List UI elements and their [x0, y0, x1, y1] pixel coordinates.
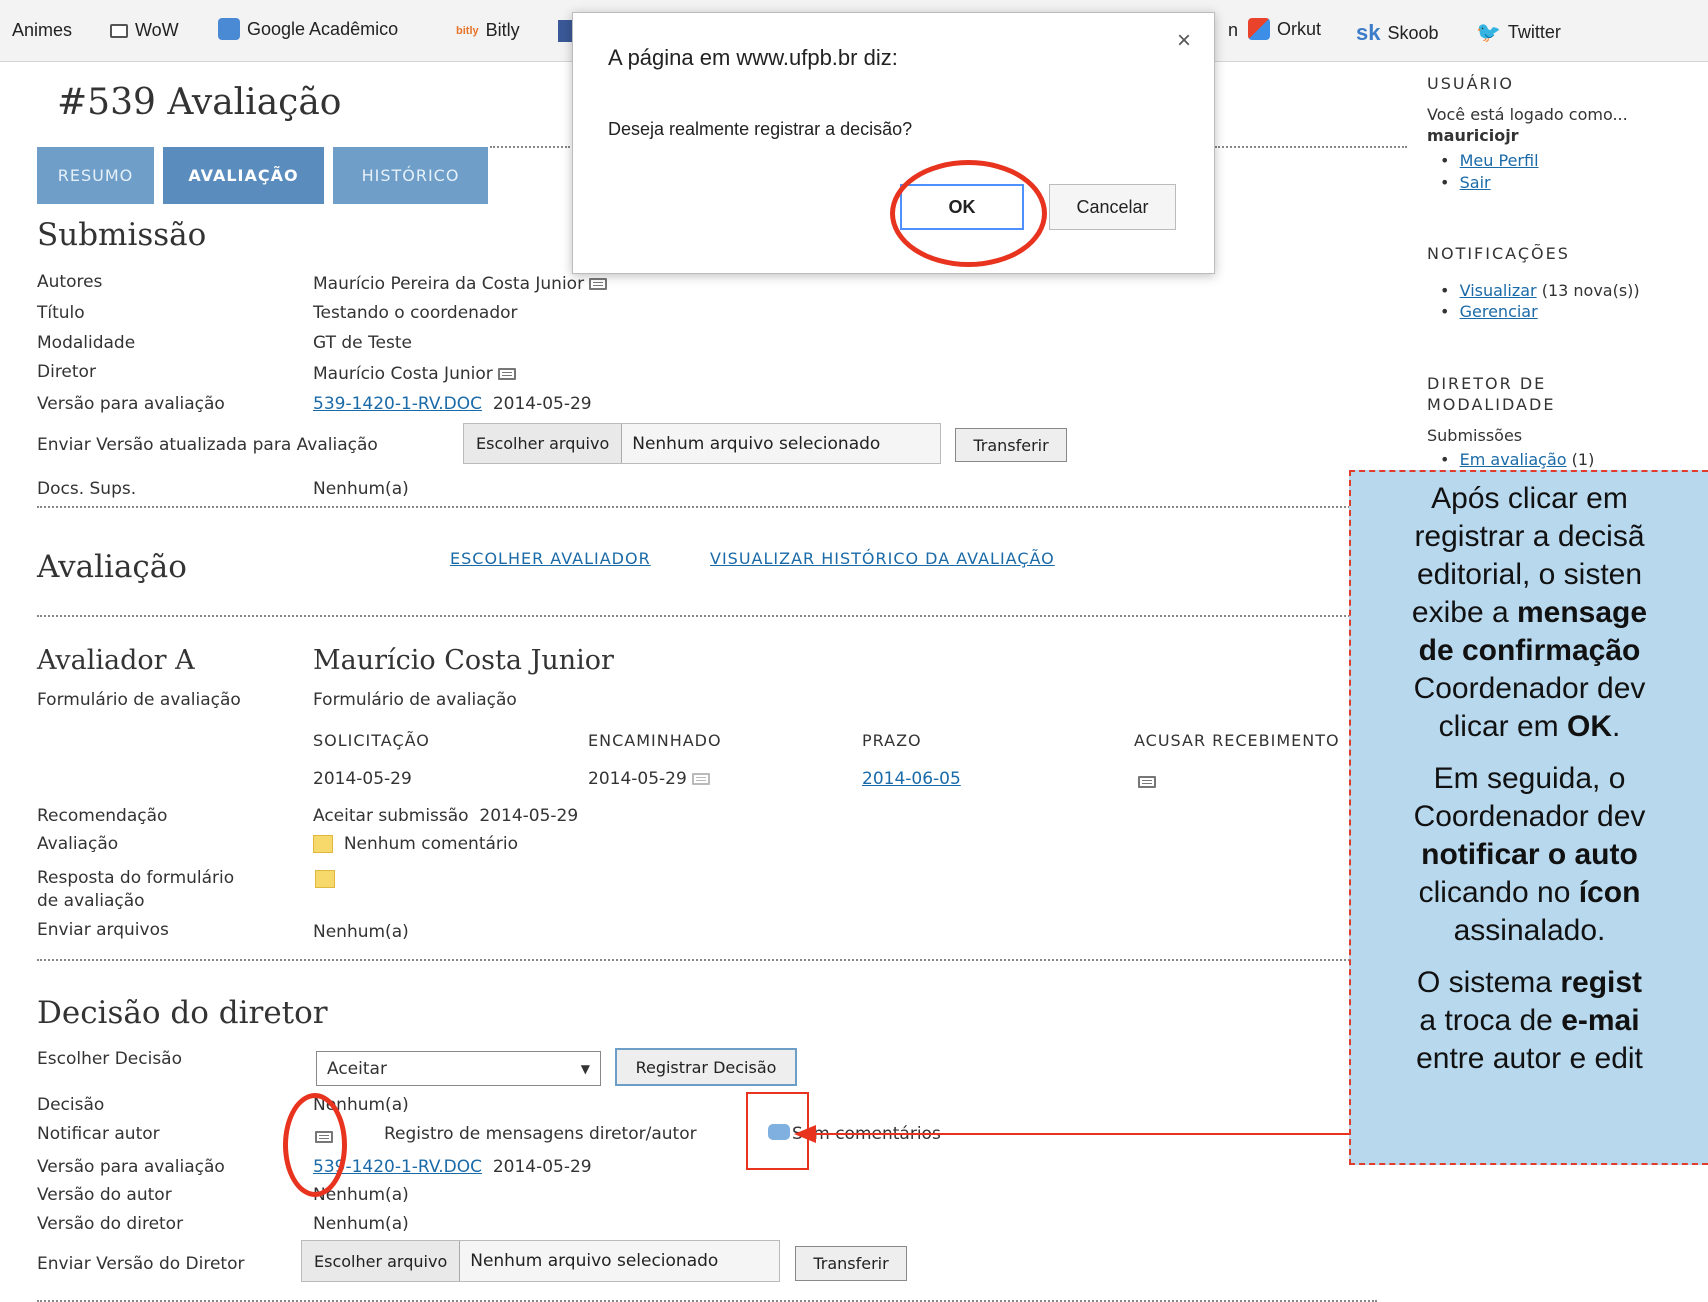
- close-icon[interactable]: ×: [1177, 27, 1191, 55]
- dialog-title: A página em www.ufpb.br diz:: [608, 45, 898, 70]
- highlight-ellipse: [890, 160, 1047, 267]
- cancel-button[interactable]: Cancelar: [1049, 184, 1176, 230]
- dialog-message: Deseja realmente registrar a decisão?: [608, 119, 913, 139]
- highlight-ellipse: [283, 1093, 347, 1197]
- highlight-box: [746, 1092, 809, 1170]
- confirm-dialog: A página em www.ufpb.br diz: × Deseja re…: [572, 12, 1215, 274]
